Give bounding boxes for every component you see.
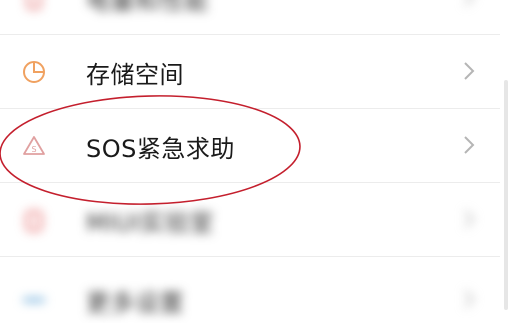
annotation-ellipse bbox=[0, 95, 301, 205]
settings-screen: 电量和性能 存储空间 S SOS紧急求助 MIUI实验室 更多设置 bbox=[0, 0, 515, 323]
